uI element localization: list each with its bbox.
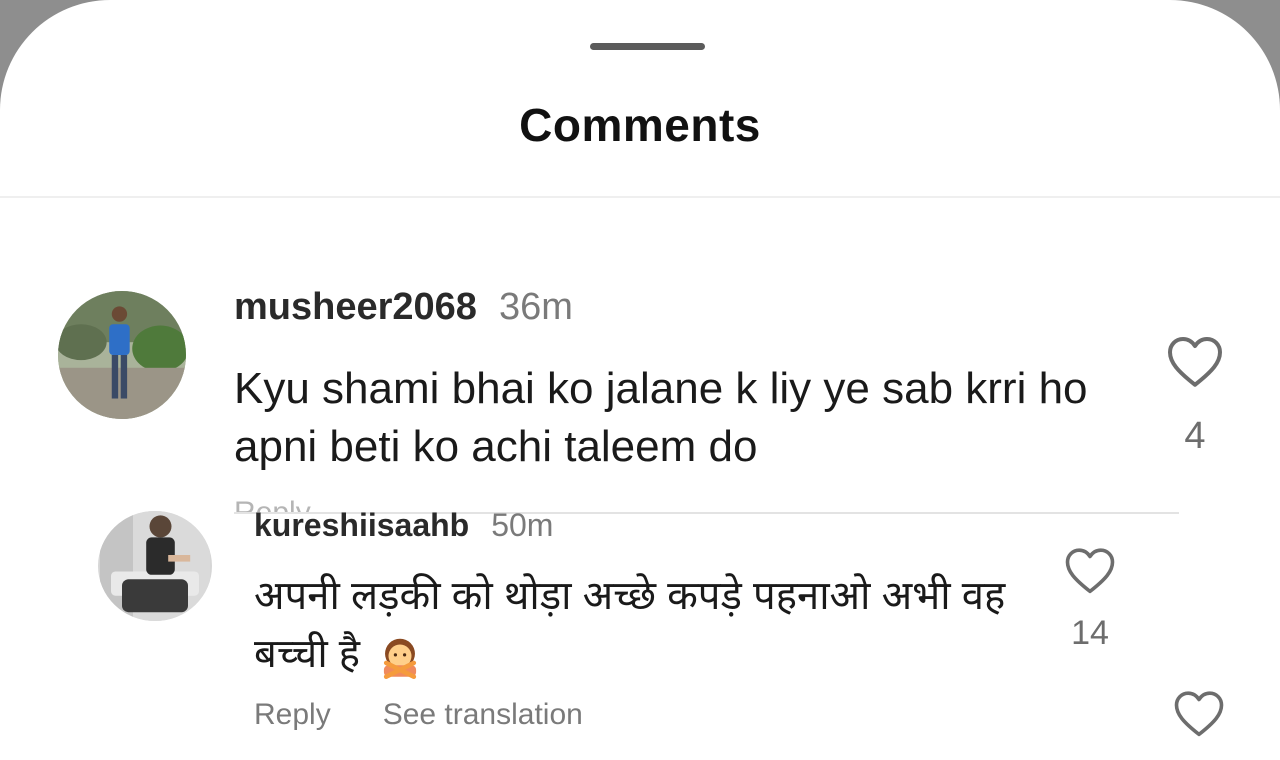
- comment-text-body: अपनी लड़की को थोड़ा अच्छे कपड़े पहनाओ अभ…: [254, 574, 1006, 676]
- comment-meta: kureshiisaahb 50m: [254, 507, 553, 544]
- woman-gesturing-no-emoji: [384, 639, 417, 680]
- drag-handle[interactable]: [590, 43, 705, 50]
- header-divider: [0, 196, 1280, 198]
- avatar-photo: [58, 291, 186, 419]
- reply-button[interactable]: Reply: [254, 698, 331, 731]
- comment-text: Kyu shami bhai ko jalane k liy ye sab kr…: [234, 364, 1088, 471]
- avatar[interactable]: [98, 511, 212, 621]
- heart-outline-icon[interactable]: [1172, 688, 1226, 738]
- like-count: 14: [1071, 614, 1109, 652]
- sheet-title: Comments: [519, 99, 761, 151]
- avatar[interactable]: [58, 291, 186, 419]
- heart-outline-icon[interactable]: [1165, 333, 1225, 389]
- comment-username[interactable]: musheer2068: [234, 286, 477, 328]
- like-count: 4: [1184, 415, 1206, 457]
- comment-text: अपनी लड़की को थोड़ा अच्छे कपड़े पहनाओ अभ…: [254, 567, 1014, 683]
- comment-time: 36m: [498, 286, 573, 328]
- comment-username[interactable]: kureshiisaahb: [254, 507, 469, 543]
- comments-sheet: Comments musheer2068 36m Kyu shami bhai k…: [0, 0, 1280, 760]
- avatar-photo: [100, 511, 210, 621]
- comment-time: 50m: [491, 507, 554, 543]
- comment-meta: musheer2068 36m: [234, 286, 573, 329]
- see-translation-button[interactable]: See translation: [383, 698, 583, 731]
- heart-outline-icon[interactable]: [1063, 545, 1117, 595]
- comment-actions: Reply See translation: [254, 698, 583, 732]
